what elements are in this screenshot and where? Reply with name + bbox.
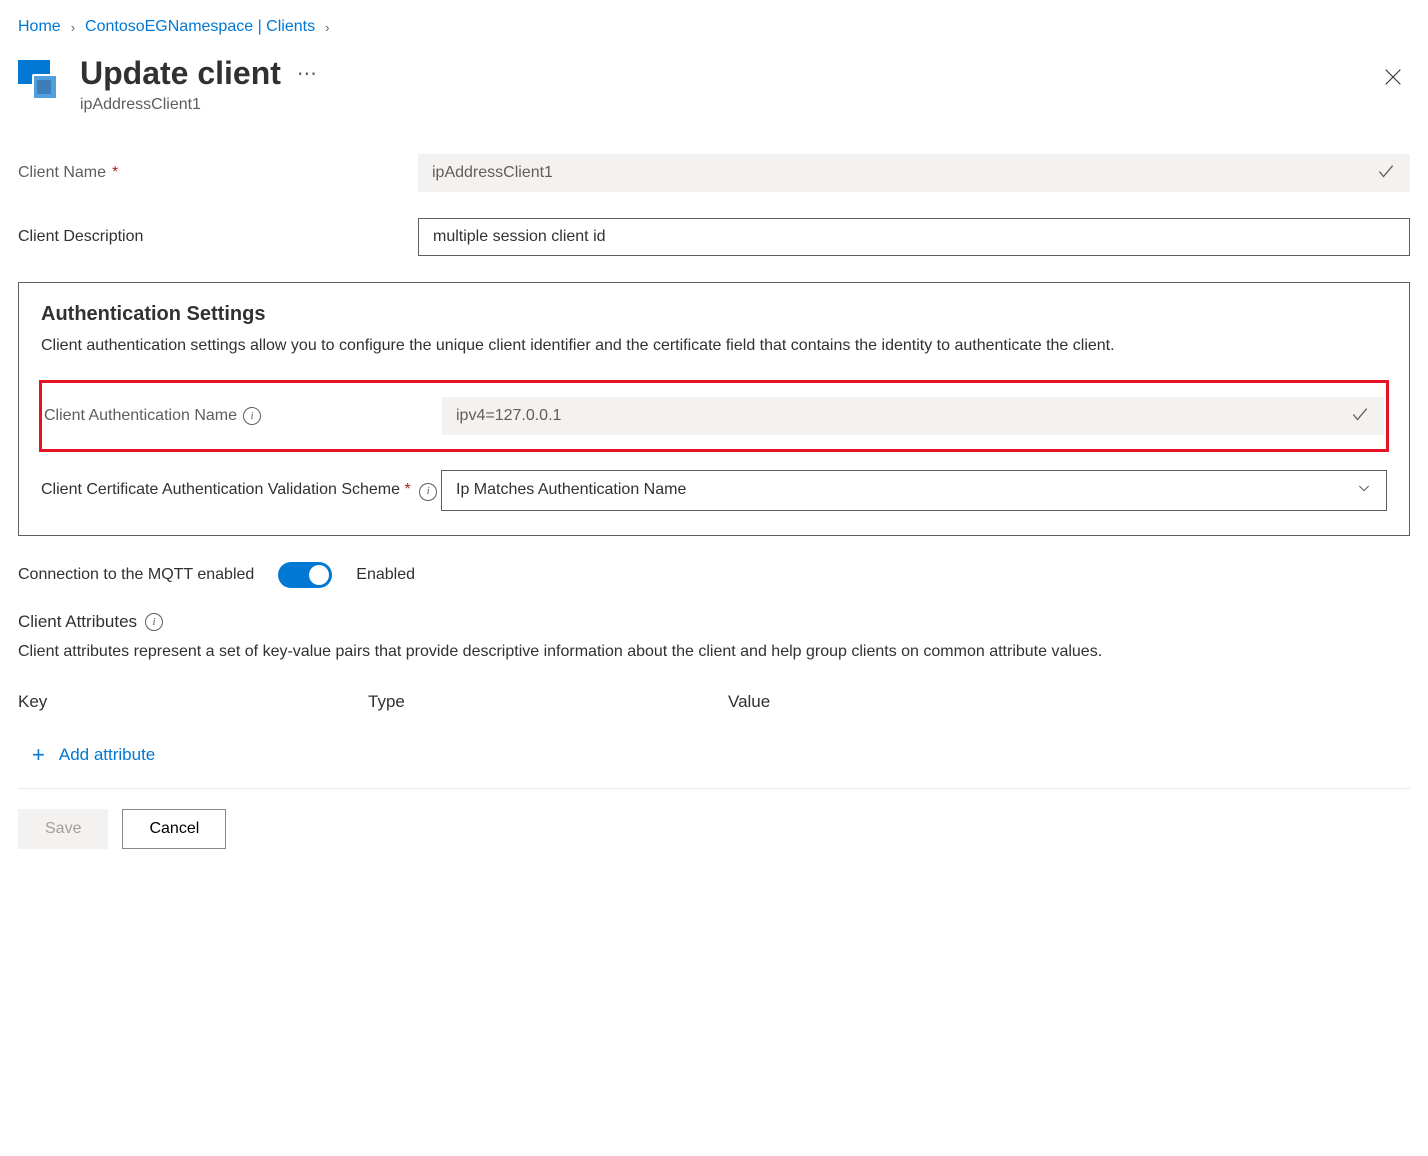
client-attributes-label: Client Attributes i — [18, 612, 1410, 632]
client-attributes-description: Client attributes represent a set of key… — [18, 640, 1410, 664]
info-icon[interactable]: i — [243, 407, 261, 425]
check-icon — [1376, 162, 1396, 185]
attributes-header-type: Type — [368, 692, 728, 712]
info-icon[interactable]: i — [419, 483, 437, 501]
client-resource-icon — [18, 60, 62, 100]
plus-icon: + — [32, 744, 45, 766]
close-icon — [1382, 66, 1404, 88]
check-icon — [1350, 404, 1370, 427]
auth-settings-title: Authentication Settings — [41, 303, 1387, 326]
validation-scheme-select[interactable]: Ip Matches Authentication Name — [441, 470, 1387, 511]
mqtt-toggle[interactable] — [278, 562, 332, 588]
mqtt-connection-row: Connection to the MQTT enabled Enabled — [18, 562, 1410, 588]
close-button[interactable] — [1376, 60, 1410, 97]
breadcrumb-home[interactable]: Home — [18, 18, 61, 36]
auth-settings-description: Client authentication settings allow you… — [41, 334, 1387, 357]
client-name-label: Client Name* — [18, 164, 418, 182]
attributes-table-header: Key Type Value — [18, 692, 1410, 712]
info-icon[interactable]: i — [145, 613, 163, 631]
breadcrumb-namespace-clients[interactable]: ContosoEGNamespace | Clients — [85, 18, 315, 36]
client-name-row: Client Name* — [18, 154, 1410, 192]
validation-scheme-row: Client Certificate Authentication Valida… — [41, 470, 1387, 511]
client-auth-name-label: Client Authentication Name i — [42, 407, 442, 425]
client-description-input[interactable] — [418, 218, 1410, 256]
cancel-button[interactable]: Cancel — [122, 809, 226, 849]
save-button: Save — [18, 809, 108, 849]
client-description-label: Client Description — [18, 228, 418, 246]
breadcrumb: Home › ContosoEGNamespace | Clients › — [18, 18, 1410, 36]
chevron-right-icon: › — [71, 20, 75, 35]
add-attribute-button[interactable]: + Add attribute — [18, 740, 1410, 770]
client-auth-name-field — [442, 397, 1384, 435]
mqtt-connection-label: Connection to the MQTT enabled — [18, 566, 254, 584]
page-subtitle: ipAddressClient1 — [80, 96, 1358, 114]
chevron-right-icon: › — [325, 20, 329, 35]
chevron-down-icon — [1356, 480, 1372, 501]
attributes-header-key: Key — [18, 692, 368, 712]
authentication-settings-panel: Authentication Settings Client authentic… — [18, 282, 1410, 535]
mqtt-toggle-state: Enabled — [356, 566, 415, 584]
footer-action-bar: Save Cancel — [18, 788, 1410, 849]
page-header: Update client ⋯ ipAddressClient1 — [18, 54, 1410, 114]
more-actions-button[interactable]: ⋯ — [297, 61, 319, 86]
client-auth-name-highlight: Client Authentication Name i — [39, 380, 1389, 452]
client-name-field — [418, 154, 1410, 192]
page-title: Update client — [80, 54, 281, 92]
client-description-row: Client Description — [18, 218, 1410, 256]
attributes-header-value: Value — [728, 692, 1410, 712]
validation-scheme-label: Client Certificate Authentication Valida… — [41, 478, 441, 501]
